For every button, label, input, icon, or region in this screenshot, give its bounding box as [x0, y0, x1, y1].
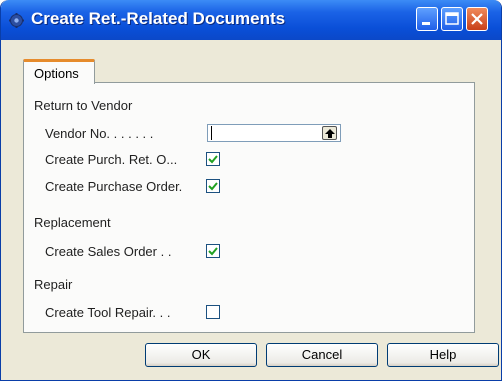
vendor-no-input[interactable] — [207, 124, 341, 142]
options-panel — [23, 82, 475, 333]
minimize-icon — [422, 22, 430, 25]
create-tool-repair-label: Create Tool Repair. . . — [45, 305, 171, 320]
group-title-replacement: Replacement — [34, 215, 111, 230]
text-cursor — [211, 126, 212, 140]
create-sales-order-checkbox[interactable] — [206, 244, 220, 258]
create-sales-order-label: Create Sales Order . . — [45, 244, 172, 259]
cancel-button[interactable]: Cancel — [266, 343, 378, 367]
ok-button[interactable]: OK — [145, 343, 257, 367]
close-icon — [471, 13, 483, 25]
maximize-button[interactable] — [441, 7, 463, 31]
maximize-icon — [445, 12, 459, 25]
app-gear-icon — [9, 13, 24, 28]
create-tool-repair-checkbox[interactable] — [206, 305, 220, 319]
tab-options[interactable]: Options — [23, 59, 95, 84]
check-icon — [208, 182, 218, 191]
create-purchase-order-checkbox[interactable] — [206, 179, 220, 193]
title-bar[interactable]: Create Ret.-Related Documents — [1, 0, 501, 40]
create-purch-ret-label: Create Purch. Ret. O... — [45, 152, 178, 167]
up-arrow-lookup-icon — [325, 129, 335, 138]
help-button[interactable]: Help — [387, 343, 499, 367]
dialog-window: Create Ret.-Related Documents Options Re… — [0, 0, 502, 381]
close-button[interactable] — [466, 7, 488, 31]
create-purchase-order-label: Create Purchase Order. — [45, 179, 183, 194]
create-purch-ret-checkbox[interactable] — [206, 152, 220, 166]
minimize-button[interactable] — [416, 7, 438, 31]
group-title-return-to-vendor: Return to Vendor — [34, 98, 133, 113]
window-title: Create Ret.-Related Documents — [31, 9, 286, 28]
check-icon — [208, 247, 218, 256]
group-title-repair: Repair — [34, 277, 73, 292]
vendor-lookup-button[interactable] — [322, 126, 337, 140]
check-icon — [208, 155, 218, 164]
tab-options-label: Options — [34, 66, 79, 81]
vendor-no-label: Vendor No. . . . . . . — [45, 126, 154, 141]
